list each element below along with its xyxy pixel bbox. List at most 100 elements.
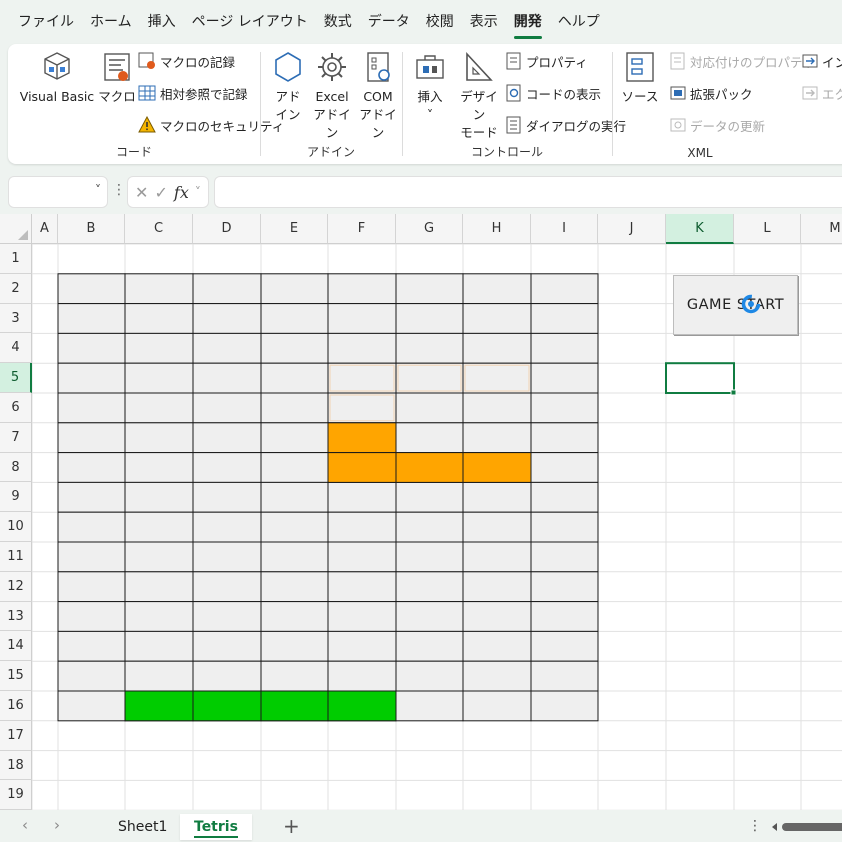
prev-sheet-icon[interactable]: ‹ (22, 816, 28, 834)
map-properties-label: 対応付けのプロパティ (690, 54, 815, 70)
game-start-button[interactable]: GAME START (673, 275, 798, 335)
board-cell (192, 481, 262, 513)
menu-tab-view[interactable]: 表示 (462, 0, 506, 44)
menu-tab-page-layout[interactable]: ページ レイアウト (184, 0, 316, 44)
board-cell (260, 660, 329, 692)
column-header-h[interactable]: H (463, 214, 531, 244)
function-chevron-icon[interactable]: ˅ (195, 185, 201, 199)
row-header-14[interactable]: 14 (0, 631, 32, 662)
menu-tab-data[interactable]: データ (360, 0, 418, 44)
column-header-c[interactable]: C (125, 214, 193, 244)
column-header-e[interactable]: E (261, 214, 328, 244)
xml-import-button[interactable]: インポ (802, 49, 842, 73)
relative-reference-button[interactable]: 相対参照で記録 (138, 81, 248, 105)
board-cell (395, 660, 464, 692)
column-header-b[interactable]: B (58, 214, 125, 244)
design-mode-button[interactable]: デザイン モード (456, 50, 502, 142)
menu-tab-file[interactable]: ファイル (10, 0, 82, 44)
menu-tab-insert[interactable]: 挿入 (140, 0, 184, 44)
menu-tab-home[interactable]: ホーム (82, 0, 140, 44)
worksheet-grid[interactable]: ABCDEFGHIJKLM 1 2 3 4 5 6 7 8 9 10 11 12 13 14 15 16 17 1… (0, 214, 842, 810)
row-header-6[interactable]: 6 (0, 393, 32, 423)
record-macro-button[interactable]: マクロの記録 (138, 49, 235, 73)
formula-input[interactable] (214, 176, 842, 208)
row-header-18[interactable]: 18 (0, 750, 32, 781)
more-options-icon[interactable]: ⋮ (112, 182, 126, 198)
column-header-l[interactable]: L (734, 214, 801, 244)
column-header-m[interactable]: M (801, 214, 842, 244)
relative-reference-label: 相対参照で記録 (160, 86, 248, 102)
sheet-tab-tetris[interactable]: Tetris (180, 814, 252, 840)
insert-function-icon[interactable]: fx (174, 183, 189, 202)
row-header-3[interactable]: 3 (0, 303, 32, 334)
board-cell (462, 362, 532, 394)
row-header-15[interactable]: 15 (0, 661, 32, 691)
insert-control-button[interactable]: 挿入 ˅ (412, 50, 448, 124)
row-header-16[interactable]: 16 (0, 691, 32, 721)
row-header-8[interactable]: 8 (0, 452, 32, 483)
board-cell (192, 601, 262, 632)
column-header-a[interactable]: A (32, 214, 58, 244)
column-header-d[interactable]: D (193, 214, 261, 244)
expansion-pack-button[interactable]: 拡張パック (670, 81, 753, 105)
row-header-1[interactable]: 1 (0, 244, 32, 274)
xml-source-button[interactable]: ソース (620, 50, 660, 106)
board-cell (260, 511, 329, 543)
properties-button[interactable]: プロパティ (506, 49, 588, 73)
run-dialog-button[interactable]: ダイアログの実行 (506, 113, 626, 137)
column-header-g[interactable]: G (396, 214, 463, 244)
row-header-2[interactable]: 2 (0, 273, 32, 304)
row-header-4[interactable]: 4 (0, 333, 32, 364)
row-header-7[interactable]: 7 (0, 422, 32, 453)
more-options-icon[interactable]: ⋮ (748, 818, 762, 834)
row-header-10[interactable]: 10 (0, 512, 32, 542)
com-addins-button[interactable]: COM アドイン (356, 50, 400, 142)
board-cell (530, 452, 599, 483)
chevron-down-icon[interactable]: ˅ (95, 183, 101, 197)
sheet-tab-sheet1[interactable]: Sheet1 (104, 814, 181, 840)
horizontal-scrollbar[interactable] (770, 821, 842, 833)
busy-cursor-icon (741, 294, 761, 314)
row-header-11[interactable]: 11 (0, 542, 32, 572)
map-properties-button[interactable]: 対応付けのプロパティ (670, 49, 814, 73)
menu-tab-review[interactable]: 校閲 (418, 0, 462, 44)
board-cell (462, 273, 532, 305)
row-header-12[interactable]: 12 (0, 571, 32, 602)
add-sheet-button[interactable]: + (283, 814, 300, 838)
board-cell (57, 452, 126, 483)
column-header-k[interactable]: K (666, 214, 734, 244)
menu-tab-help[interactable]: ヘルプ (550, 0, 608, 44)
cancel-icon[interactable]: ✕ (135, 183, 148, 202)
record-macro-label: マクロの記録 (160, 54, 236, 70)
refresh-data-button[interactable]: データの更新 (670, 113, 765, 137)
visual-basic-button[interactable]: Visual Basic (18, 50, 96, 106)
board-cell (395, 303, 464, 334)
column-header-f[interactable]: F (328, 214, 396, 244)
excel-addins-button[interactable]: Excel アドイン (310, 50, 354, 142)
select-all-corner[interactable] (0, 214, 32, 244)
addins-button[interactable]: アド イン (270, 50, 306, 124)
insert-control-chevron: ˅ (426, 107, 434, 122)
column-header-j[interactable]: J (598, 214, 666, 244)
enter-icon[interactable]: ✓ (154, 183, 167, 202)
row-header-17[interactable]: 17 (0, 720, 32, 751)
view-code-label: コードの表示 (526, 86, 602, 102)
row-header-9[interactable]: 9 (0, 482, 32, 513)
menu-tab-developer[interactable]: 開発 (506, 0, 550, 44)
expansion-pack-label: 拡張パック (690, 86, 753, 102)
menu-tab-formulas[interactable]: 数式 (316, 0, 360, 44)
row-header-19[interactable]: 19 (0, 780, 32, 810)
board-cell (57, 660, 126, 692)
ribbon-divider (260, 52, 261, 156)
xml-export-button[interactable]: エクス (802, 81, 842, 105)
column-header-i[interactable]: I (531, 214, 598, 244)
board-cell (395, 630, 464, 662)
row-header-5[interactable]: 5 (0, 363, 32, 393)
name-box[interactable]: ˅ (8, 176, 108, 208)
macro-button[interactable]: マクロ (96, 50, 138, 106)
fill-handle (730, 389, 737, 396)
next-sheet-icon[interactable]: › (54, 816, 60, 834)
board-cell (530, 601, 599, 632)
view-code-button[interactable]: コードの表示 (506, 81, 601, 105)
row-header-13[interactable]: 13 (0, 601, 32, 632)
